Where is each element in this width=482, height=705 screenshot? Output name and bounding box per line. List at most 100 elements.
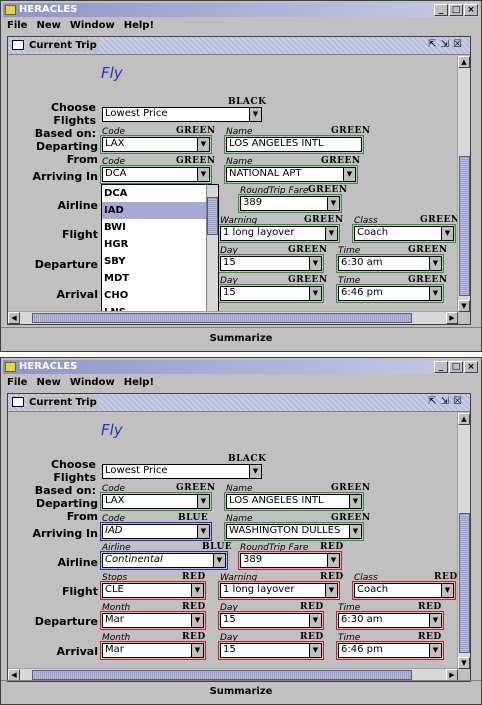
scroll-thumb[interactable] xyxy=(459,156,470,296)
list-item[interactable]: MDT xyxy=(102,270,218,287)
label-choose: Choose Flights Based on: xyxy=(34,458,96,497)
fare-caption: RoundTrip Fare xyxy=(240,543,309,553)
menu-new[interactable]: New xyxy=(36,375,60,390)
fare-tag: GREEN xyxy=(308,185,348,195)
class-tag: GREEN xyxy=(420,215,458,225)
dropdown-scrollbar[interactable] xyxy=(206,185,218,312)
arr-day-select[interactable]: 15 ▼ xyxy=(218,284,324,303)
arr-name-select[interactable]: NATIONAL APT ▼ xyxy=(224,165,358,184)
arr-name-tag: GREEN xyxy=(331,513,371,523)
dep-name-select[interactable]: LOS ANGELES INTL ▼ xyxy=(224,492,364,511)
based-on-select[interactable]: Lowest Price ▼ xyxy=(102,464,262,479)
scroll-down-icon[interactable]: ▼ xyxy=(458,657,470,669)
dep-month-select[interactable]: Mar ▼ xyxy=(100,611,206,630)
arr-time-select[interactable]: 6:46 pm ▼ xyxy=(336,284,444,303)
menu-window[interactable]: Window xyxy=(70,18,115,33)
arr-time-select[interactable]: 6:46 pm ▼ xyxy=(336,641,444,660)
fare-select[interactable]: 389 ▼ xyxy=(238,194,342,213)
frame-controls[interactable]: ⇱⇲☒ xyxy=(428,39,466,50)
frame-title: Current Trip xyxy=(27,396,99,409)
airline-tag: BLUE xyxy=(202,542,233,552)
summarize-button[interactable]: Summarize xyxy=(1,680,481,702)
scroll-up-icon[interactable]: ▲ xyxy=(458,413,470,425)
page-title: Fly xyxy=(101,64,123,82)
chevron-down-icon: ▼ xyxy=(309,257,321,270)
summarize-button[interactable]: Summarize xyxy=(1,327,481,349)
class-tag: RED xyxy=(434,572,458,582)
based-on-select[interactable]: Lowest Price ▼ xyxy=(102,107,262,122)
dep-code-select[interactable]: LAX ▼ xyxy=(100,492,212,511)
chevron-down-icon: ▼ xyxy=(191,644,203,657)
dep-day-select[interactable]: 15 ▼ xyxy=(218,254,324,273)
dep-month-tag: RED xyxy=(182,602,206,612)
warning-caption: Warning xyxy=(220,573,258,583)
chevron-down-icon: ▼ xyxy=(309,644,321,657)
menu-window[interactable]: Window xyxy=(70,375,115,390)
scroll-thumb[interactable] xyxy=(32,313,412,323)
frame-controls[interactable]: ⇱⇲☒ xyxy=(428,396,466,407)
chevron-down-icon: ▼ xyxy=(191,584,203,597)
arr-code-select[interactable]: IAD ▼ xyxy=(100,522,212,541)
chevron-down-icon: ▼ xyxy=(325,227,337,240)
chevron-down-icon: ▼ xyxy=(429,644,441,657)
dep-code-select[interactable]: LAX ▼ xyxy=(100,135,212,154)
chevron-down-icon: ▼ xyxy=(249,465,261,478)
menu-file[interactable]: File xyxy=(7,18,27,33)
list-item[interactable]: SBY xyxy=(102,253,218,270)
class-select[interactable]: Coach ▼ xyxy=(352,224,456,243)
scroll-left-icon[interactable]: ◀ xyxy=(8,312,20,324)
horizontal-scrollbar[interactable]: ◀ ▶ xyxy=(8,311,458,324)
close-button[interactable]: × xyxy=(464,4,478,16)
list-item[interactable]: CHO xyxy=(102,287,218,304)
dep-time-select[interactable]: 6:30 am ▼ xyxy=(336,254,444,273)
warning-select[interactable]: 1 long layover ▼ xyxy=(218,581,340,600)
class-select[interactable]: Coach ▼ xyxy=(352,581,456,600)
airline-select[interactable]: Continental ▼ xyxy=(100,551,228,570)
dep-code-caption: Code xyxy=(102,127,126,137)
vertical-scrollbar[interactable]: ▲ ▼ xyxy=(457,413,470,669)
scroll-thumb[interactable] xyxy=(207,197,218,235)
frame-icon xyxy=(12,40,24,50)
list-item[interactable]: DCA xyxy=(102,185,218,202)
dep-name-field[interactable]: LOS ANGELES INTL xyxy=(224,135,364,154)
arr-code-select[interactable]: DCA ▼ xyxy=(100,165,212,184)
scroll-up-icon[interactable]: ▲ xyxy=(458,56,470,68)
stops-caption: Stops xyxy=(102,573,128,583)
chevron-down-icon: ▼ xyxy=(441,584,453,597)
list-item[interactable]: BWI xyxy=(102,219,218,236)
arr-code-dropdown-list[interactable]: DCA IAD BWI HGR SBY MDT CHO LNS xyxy=(101,184,219,312)
menu-bar: File New Window Help! xyxy=(3,18,154,33)
maximize-button[interactable]: □ xyxy=(449,4,463,16)
arr-day-tag: RED xyxy=(300,632,324,642)
vertical-scrollbar[interactable]: ▲ ▼ xyxy=(457,56,470,312)
close-button[interactable]: × xyxy=(464,361,478,373)
internal-frame: Current Trip ⇱⇲☒ Fly Choose Flights Based … xyxy=(7,393,471,682)
dep-day-select[interactable]: 15 ▼ xyxy=(218,611,324,630)
label-airline: Airline xyxy=(57,556,98,569)
scroll-thumb[interactable] xyxy=(32,670,412,680)
stops-select[interactable]: CLE ▼ xyxy=(100,581,206,600)
scroll-down-icon[interactable]: ▼ xyxy=(458,300,470,312)
minimize-button[interactable]: _ xyxy=(434,4,448,16)
chevron-down-icon: ▼ xyxy=(429,614,441,627)
scroll-thumb[interactable] xyxy=(459,513,470,653)
airline-caption: Airline xyxy=(102,543,131,553)
warning-select[interactable]: 1 long layover ▼ xyxy=(218,224,340,243)
menu-help[interactable]: Help! xyxy=(124,18,154,33)
minimize-button[interactable]: _ xyxy=(434,361,448,373)
dep-time-select[interactable]: 6:30 am ▼ xyxy=(336,611,444,630)
arr-day-select[interactable]: 15 ▼ xyxy=(218,641,324,660)
maximize-button[interactable]: □ xyxy=(449,361,463,373)
fare-select[interactable]: 389 ▼ xyxy=(238,551,342,570)
scroll-right-icon[interactable]: ▶ xyxy=(446,312,458,324)
arr-month-select[interactable]: Mar ▼ xyxy=(100,641,206,660)
menu-help[interactable]: Help! xyxy=(124,375,154,390)
arr-day-caption: Day xyxy=(220,633,238,643)
list-item[interactable]: HGR xyxy=(102,236,218,253)
list-item-selected[interactable]: IAD xyxy=(102,202,218,219)
arr-day-tag: GREEN xyxy=(288,275,328,285)
arr-name-select[interactable]: WASHINGTON DULLES ▼ xyxy=(224,522,364,541)
menu-new[interactable]: New xyxy=(36,18,60,33)
menu-file[interactable]: File xyxy=(7,375,27,390)
chevron-down-icon: ▼ xyxy=(327,197,339,210)
